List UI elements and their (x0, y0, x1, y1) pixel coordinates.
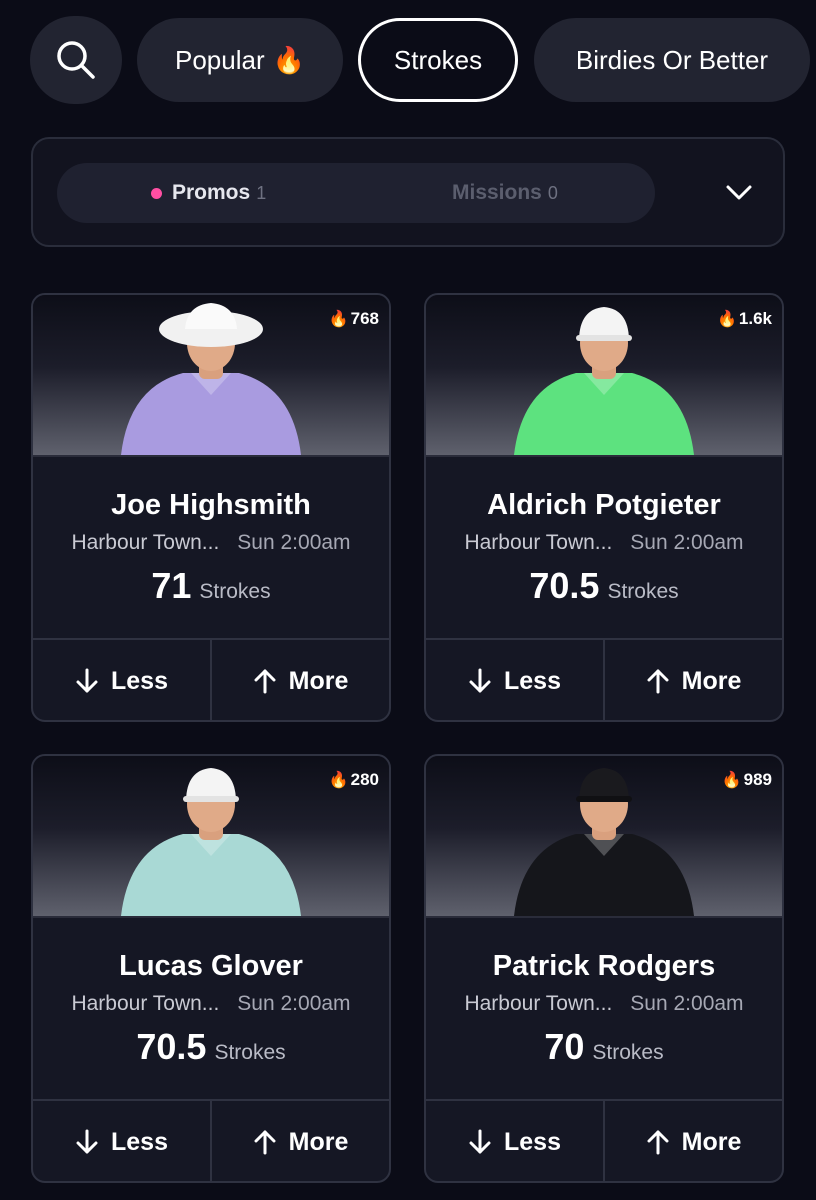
player-photo: 🔥 989 (426, 756, 782, 918)
more-button[interactable]: More (212, 640, 389, 720)
popularity-badge: 🔥 768 (329, 309, 379, 329)
popularity-badge: 🔥 280 (329, 770, 379, 790)
more-label: More (681, 666, 742, 695)
event-info: Harbour Town... Sun 2:00am (426, 992, 782, 1016)
more-button[interactable]: More (212, 1101, 389, 1181)
less-label: Less (504, 1127, 561, 1156)
tee-time: Sun 2:00am (237, 531, 351, 554)
arrow-up-icon (254, 1130, 276, 1155)
popularity-count: 768 (350, 309, 379, 328)
popularity-badge: 🔥 989 (722, 770, 772, 790)
less-button[interactable]: Less (426, 640, 605, 720)
arrow-down-icon (469, 668, 491, 693)
missions-tab[interactable]: Missions 0 (452, 163, 558, 223)
chip-popular[interactable]: Popular 🔥 (137, 18, 343, 102)
course-name: Harbour Town... (71, 992, 220, 1015)
arrow-down-icon (76, 1129, 98, 1154)
arrow-up-icon (254, 669, 276, 694)
player-photo: 🔥 280 (33, 756, 389, 918)
line-unit: Strokes (592, 1041, 664, 1064)
more-button[interactable]: More (605, 640, 782, 720)
arrow-down-icon (469, 1129, 491, 1154)
player-name: Joe Highsmith (111, 489, 311, 521)
fire-icon: 🔥 (328, 311, 349, 328)
player-name: Aldrich Potgieter (487, 489, 721, 521)
player-card[interactable]: 🔥 768 Joe Highsmith Harbour Town... Sun 2:00… (31, 293, 391, 722)
line-value: 70.5 (136, 1026, 207, 1067)
filter-bar: Popular 🔥 Strokes Birdies Or Better (0, 0, 816, 122)
player-photo: 🔥 768 (33, 295, 389, 457)
stat-line: 70 Strokes (426, 1026, 782, 1068)
player-card[interactable]: 🔥 989 Patrick Rodgers Harbour Town... Sun 2:… (424, 754, 784, 1183)
fire-icon: 🔥 (272, 44, 305, 75)
missions-label: Missions (452, 181, 542, 204)
more-label: More (288, 666, 349, 695)
fire-icon: 🔥 (721, 772, 742, 789)
line-unit: Strokes (214, 1041, 286, 1064)
line-value: 70.5 (529, 565, 600, 606)
line-value: 70 (544, 1026, 585, 1067)
player-photo: 🔥 1.6k (426, 295, 782, 457)
stat-line: 70.5 Strokes (426, 565, 782, 607)
less-button[interactable]: Less (33, 640, 212, 720)
fire-icon: 🔥 (716, 311, 737, 328)
player-card[interactable]: 🔥 1.6k Aldrich Potgieter Harbour Town... Sun… (424, 293, 784, 722)
player-name: Lucas Glover (119, 950, 303, 982)
pick-actions: Less More (33, 1099, 389, 1181)
stat-line: 71 Strokes (33, 565, 389, 607)
more-label: More (681, 1127, 742, 1156)
event-info: Harbour Town... Sun 2:00am (33, 531, 389, 555)
pick-actions: Less More (33, 638, 389, 720)
tee-time: Sun 2:00am (237, 992, 351, 1015)
line-unit: Strokes (199, 580, 271, 603)
stat-line: 70.5 Strokes (33, 1026, 389, 1068)
line-value: 71 (151, 565, 192, 606)
popularity-count: 1.6k (738, 309, 772, 328)
player-name: Patrick Rodgers (492, 950, 716, 982)
popularity-badge: 🔥 1.6k (717, 309, 772, 329)
chip-birdies-label: Birdies Or Better (575, 44, 769, 75)
popularity-count: 989 (743, 770, 772, 789)
chip-birdies-or-better[interactable]: Birdies Or Better (534, 18, 810, 102)
less-label: Less (504, 666, 561, 695)
line-unit: Strokes (607, 580, 679, 603)
pick-actions: Less More (426, 1099, 782, 1181)
less-button[interactable]: Less (33, 1101, 212, 1181)
course-name: Harbour Town... (71, 531, 220, 554)
tee-time: Sun 2:00am (630, 992, 744, 1015)
promo-missions-toggle: Promos 1 Missions 0 (57, 163, 655, 223)
event-info: Harbour Town... Sun 2:00am (33, 992, 389, 1016)
notification-dot (151, 187, 162, 199)
promo-panel: Promos 1 Missions 0 (31, 137, 785, 247)
promos-count: 1 (256, 182, 267, 203)
search-icon (57, 41, 95, 79)
pick-actions: Less More (426, 638, 782, 720)
course-name: Harbour Town... (464, 531, 613, 554)
less-button[interactable]: Less (426, 1101, 605, 1181)
promos-label: Promos (172, 181, 251, 204)
more-label: More (288, 1127, 349, 1156)
arrow-up-icon (647, 669, 669, 694)
arrow-down-icon (76, 668, 98, 693)
chip-popular-label: Popular (175, 44, 265, 75)
missions-count: 0 (547, 182, 558, 203)
popularity-count: 280 (350, 770, 379, 789)
more-button[interactable]: More (605, 1101, 782, 1181)
arrow-up-icon (647, 1130, 669, 1155)
tee-time: Sun 2:00am (630, 531, 744, 554)
event-info: Harbour Town... Sun 2:00am (426, 531, 782, 555)
chevron-down-icon[interactable] (723, 177, 755, 209)
less-label: Less (111, 1127, 168, 1156)
fire-icon: 🔥 (328, 772, 349, 789)
chip-strokes[interactable]: Strokes (358, 18, 518, 102)
player-card[interactable]: 🔥 280 Lucas Glover Harbour Town... Sun 2:00a… (31, 754, 391, 1183)
course-name: Harbour Town... (464, 992, 613, 1015)
less-label: Less (111, 666, 168, 695)
chip-strokes-label: Strokes (393, 44, 483, 75)
search-button[interactable] (30, 16, 122, 104)
promos-tab[interactable]: Promos 1 (151, 163, 266, 223)
